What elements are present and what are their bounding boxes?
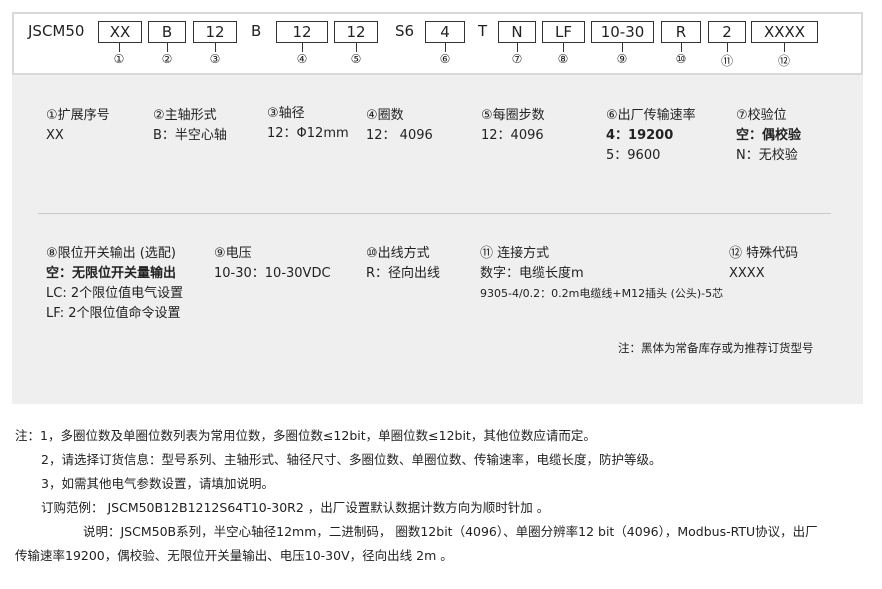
section-divider xyxy=(38,213,831,214)
tick-11 xyxy=(727,43,728,52)
segment-fixed-t: T xyxy=(478,22,488,40)
spec-value: 12：Φ12mm xyxy=(267,126,349,141)
spec-shaft-form: ②主轴形式 B：半空心轴 xyxy=(153,106,227,146)
spec-special-code: ⑫ 特殊代码 XXXX xyxy=(729,244,798,284)
spec-value: 12： 4096 xyxy=(366,128,433,143)
spec-title: ⑧限位开关输出 (选配) xyxy=(46,246,176,261)
spec-title: ②主轴形式 xyxy=(153,108,217,123)
note-line: 2，请选择订货信息：型号系列、主轴形式、轴径尺寸、多圈位数、单圈位数、传输速率，… xyxy=(41,452,662,467)
note-line: 注：1，多圈位数及单圈位数列表为常用位数，多圈位数≤12bit，单圈位数≤12b… xyxy=(15,428,596,443)
tick-5 xyxy=(356,43,357,52)
position-number: ⑥ xyxy=(439,52,451,66)
spec-title: ⑪ 连接方式 xyxy=(480,246,550,261)
note-line: 订购范例： JSCM50B12B1212S64T10-30R2 ，出厂设置默认数… xyxy=(41,500,550,515)
spec-title: ⑥出厂传输速率 xyxy=(606,108,696,123)
position-number: ⑩ xyxy=(675,52,687,66)
note-line: 说明：JSCM50B系列，半空心轴径12mm，二进制码， 圈数12bit（409… xyxy=(83,524,818,539)
spec-value: 5：9600 xyxy=(606,148,661,163)
segment-outlet: R xyxy=(661,21,701,43)
position-number: ⑪ xyxy=(720,54,733,68)
spec-title: ①扩展序号 xyxy=(46,108,110,123)
spec-default-value: 空：偶校验 xyxy=(736,128,802,143)
segment-fixed-s6: S6 xyxy=(395,22,415,40)
spec-steps: ⑤每圈步数 12：4096 xyxy=(481,106,545,146)
segment-baud-rate: 4 xyxy=(425,21,465,43)
spec-title: ③轴径 xyxy=(267,106,305,121)
spec-parity: ⑦校验位 空：偶校验 N：无校验 xyxy=(736,106,801,166)
position-number: ③ xyxy=(209,52,221,66)
segment-special-code: XXXX xyxy=(751,21,818,43)
spec-title: ⑩出线方式 xyxy=(366,246,430,261)
spec-title: ⑨电压 xyxy=(214,246,252,261)
spec-value: XX xyxy=(46,128,64,143)
segment-shaft-diameter: 12 xyxy=(193,21,237,43)
segment-shaft-form: B xyxy=(148,21,186,43)
spec-title: ④圈数 xyxy=(366,108,404,123)
spec-value: LC: 2个限位值电气设置 xyxy=(46,286,184,301)
spec-connection: ⑪ 连接方式 数字：电缆长度m 9305-4/0.2：0.2m电缆线+M12插头… xyxy=(480,244,723,304)
spec-value: 12：4096 xyxy=(481,128,544,143)
spec-connection-example: 9305-4/0.2：0.2m电缆线+M12插头 (公头)-5芯 xyxy=(480,287,724,300)
segment-turns: 12 xyxy=(276,21,328,43)
segment-voltage: 10-30 xyxy=(591,21,654,43)
position-number: ④ xyxy=(296,52,308,66)
spec-default-value: 4：19200 xyxy=(606,128,674,143)
tick-12 xyxy=(784,43,785,52)
spec-voltage: ⑨电压 10-30：10-30VDC xyxy=(214,244,331,284)
position-number: ⑧ xyxy=(557,52,569,66)
panel-note: 注：黑体为常备库存或为推荐订货型号 xyxy=(618,341,814,355)
segment-connection: 2 xyxy=(708,21,746,43)
spec-value: 10-30：10-30VDC xyxy=(214,266,331,281)
tick-3 xyxy=(215,43,216,52)
tick-6 xyxy=(445,43,446,52)
spec-value: 数字：电缆长度m xyxy=(480,266,584,281)
code-prefix: JSCM50 xyxy=(28,22,85,40)
segment-limit-switch: LF xyxy=(542,21,585,43)
position-number: ② xyxy=(161,52,173,66)
spec-value: N：无校验 xyxy=(736,148,798,163)
note-line: 3，如需其他电气参数设置，请填加说明。 xyxy=(41,476,274,491)
tick-4 xyxy=(302,43,303,52)
segment-expansion: XX xyxy=(98,21,142,43)
order-notes: 注：1，多圈位数及单圈位数列表为常用位数，多圈位数≤12bit，单圈位数≤12b… xyxy=(15,424,818,568)
spec-default-value: 空：无限位开关量输出 xyxy=(46,266,177,281)
note-line: 传输速率19200，偶校验、无限位开关量输出、电压10-30V，径向出线 2m … xyxy=(15,548,453,563)
position-number: ⑨ xyxy=(616,52,628,66)
spec-value: B：半空心轴 xyxy=(153,128,227,143)
position-number: ① xyxy=(113,52,125,66)
spec-value: LF: 2个限位值命令设置 xyxy=(46,306,181,321)
position-number: ⑦ xyxy=(511,52,523,66)
segment-parity: N xyxy=(498,21,536,43)
spec-title: ⑦校验位 xyxy=(736,108,787,123)
spec-expansion: ①扩展序号 XX xyxy=(46,106,110,146)
spec-value: XXXX xyxy=(729,266,765,281)
spec-value: R：径向出线 xyxy=(366,266,441,281)
spec-shaft-diameter: ③轴径 12：Φ12mm xyxy=(267,104,349,144)
spec-title: ⑤每圈步数 xyxy=(481,108,545,123)
tick-9 xyxy=(622,43,623,52)
spec-baud-rate: ⑥出厂传输速率 4：19200 5：9600 xyxy=(606,106,696,166)
segment-steps: 12 xyxy=(334,21,378,43)
tick-1 xyxy=(119,43,120,52)
position-number: ⑫ xyxy=(777,54,790,68)
tick-8 xyxy=(563,43,564,52)
segment-fixed-b: B xyxy=(251,22,262,40)
spec-turns: ④圈数 12： 4096 xyxy=(366,106,433,146)
spec-title: ⑫ 特殊代码 xyxy=(729,246,799,261)
spec-limit-switch: ⑧限位开关输出 (选配) 空：无限位开关量输出 LC: 2个限位值电气设置 LF… xyxy=(46,244,183,324)
position-number: ⑤ xyxy=(350,52,362,66)
tick-2 xyxy=(167,43,168,52)
tick-10 xyxy=(681,43,682,52)
spec-outlet: ⑩出线方式 R：径向出线 xyxy=(366,244,440,284)
tick-7 xyxy=(517,43,518,52)
